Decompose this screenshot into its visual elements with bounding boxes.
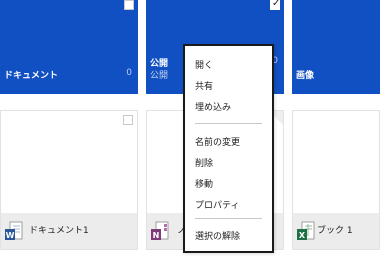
file-card-book1[interactable]: X ブック 1 bbox=[292, 110, 380, 250]
menu-item-open[interactable]: 開く bbox=[195, 58, 213, 71]
menu-item-deselect[interactable]: 選択の解除 bbox=[195, 229, 240, 242]
checkmark-icon: ✓ bbox=[272, 0, 281, 9]
file-footer: X ブック 1 bbox=[293, 213, 379, 249]
file-checkbox[interactable] bbox=[123, 115, 133, 125]
menu-item-share[interactable]: 共有 bbox=[195, 79, 213, 92]
menu-item-rename[interactable]: 名前の変更 bbox=[195, 135, 240, 148]
svg-text:W: W bbox=[6, 231, 15, 240]
word-icon: W bbox=[5, 221, 23, 240]
folder-title: ドキュメント bbox=[4, 71, 59, 81]
menu-item-move[interactable]: 移動 bbox=[195, 177, 213, 190]
file-card-document1[interactable]: W ドキュメント1 bbox=[0, 110, 138, 250]
folder-tile-images[interactable]: 画像 bbox=[292, 0, 380, 94]
svg-text:X: X bbox=[299, 231, 306, 240]
folder-title: 画像 bbox=[296, 71, 315, 81]
menu-item-delete[interactable]: 削除 bbox=[195, 156, 213, 169]
file-name: ドキュメント1 bbox=[29, 226, 89, 236]
tile-checkbox[interactable] bbox=[124, 0, 134, 10]
file-footer: W ドキュメント1 bbox=[1, 213, 137, 249]
folder-subtitle: 公開 bbox=[150, 71, 169, 81]
menu-item-embed[interactable]: 埋め込み bbox=[195, 100, 231, 113]
tile-checkbox-checked[interactable]: ✓ bbox=[270, 0, 280, 10]
file-name: ブック 1 bbox=[317, 226, 353, 236]
folder-tile-documents[interactable]: ドキュメント 0 bbox=[0, 0, 138, 94]
onenote-icon: N bbox=[151, 221, 169, 240]
excel-icon: X bbox=[297, 221, 315, 240]
svg-text:N: N bbox=[153, 231, 160, 240]
menu-separator bbox=[195, 123, 262, 124]
menu-separator bbox=[195, 218, 262, 219]
context-menu: 開く 共有 埋め込み 名前の変更 削除 移動 プロパティ 選択の解除 bbox=[183, 44, 274, 253]
menu-item-properties[interactable]: プロパティ bbox=[195, 198, 239, 211]
folder-count: 0 bbox=[126, 68, 132, 78]
